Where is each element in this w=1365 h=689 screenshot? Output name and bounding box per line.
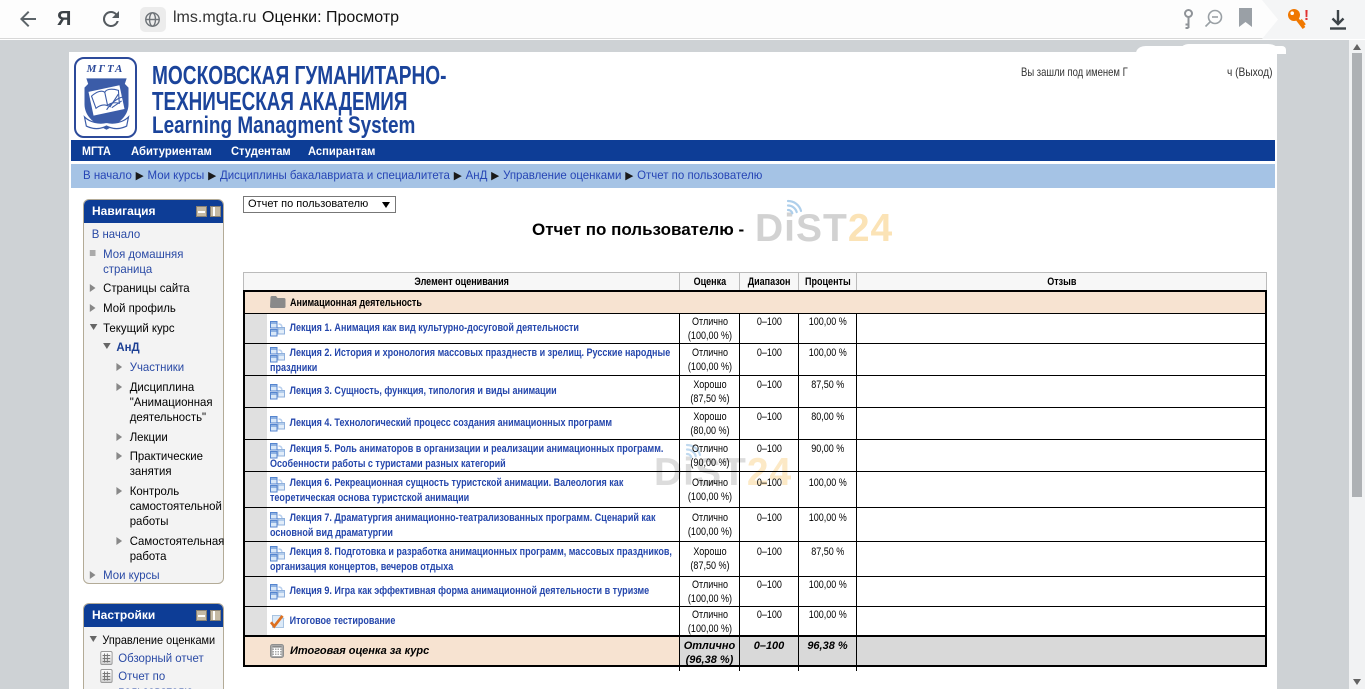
svg-text:!: !	[1304, 7, 1309, 24]
